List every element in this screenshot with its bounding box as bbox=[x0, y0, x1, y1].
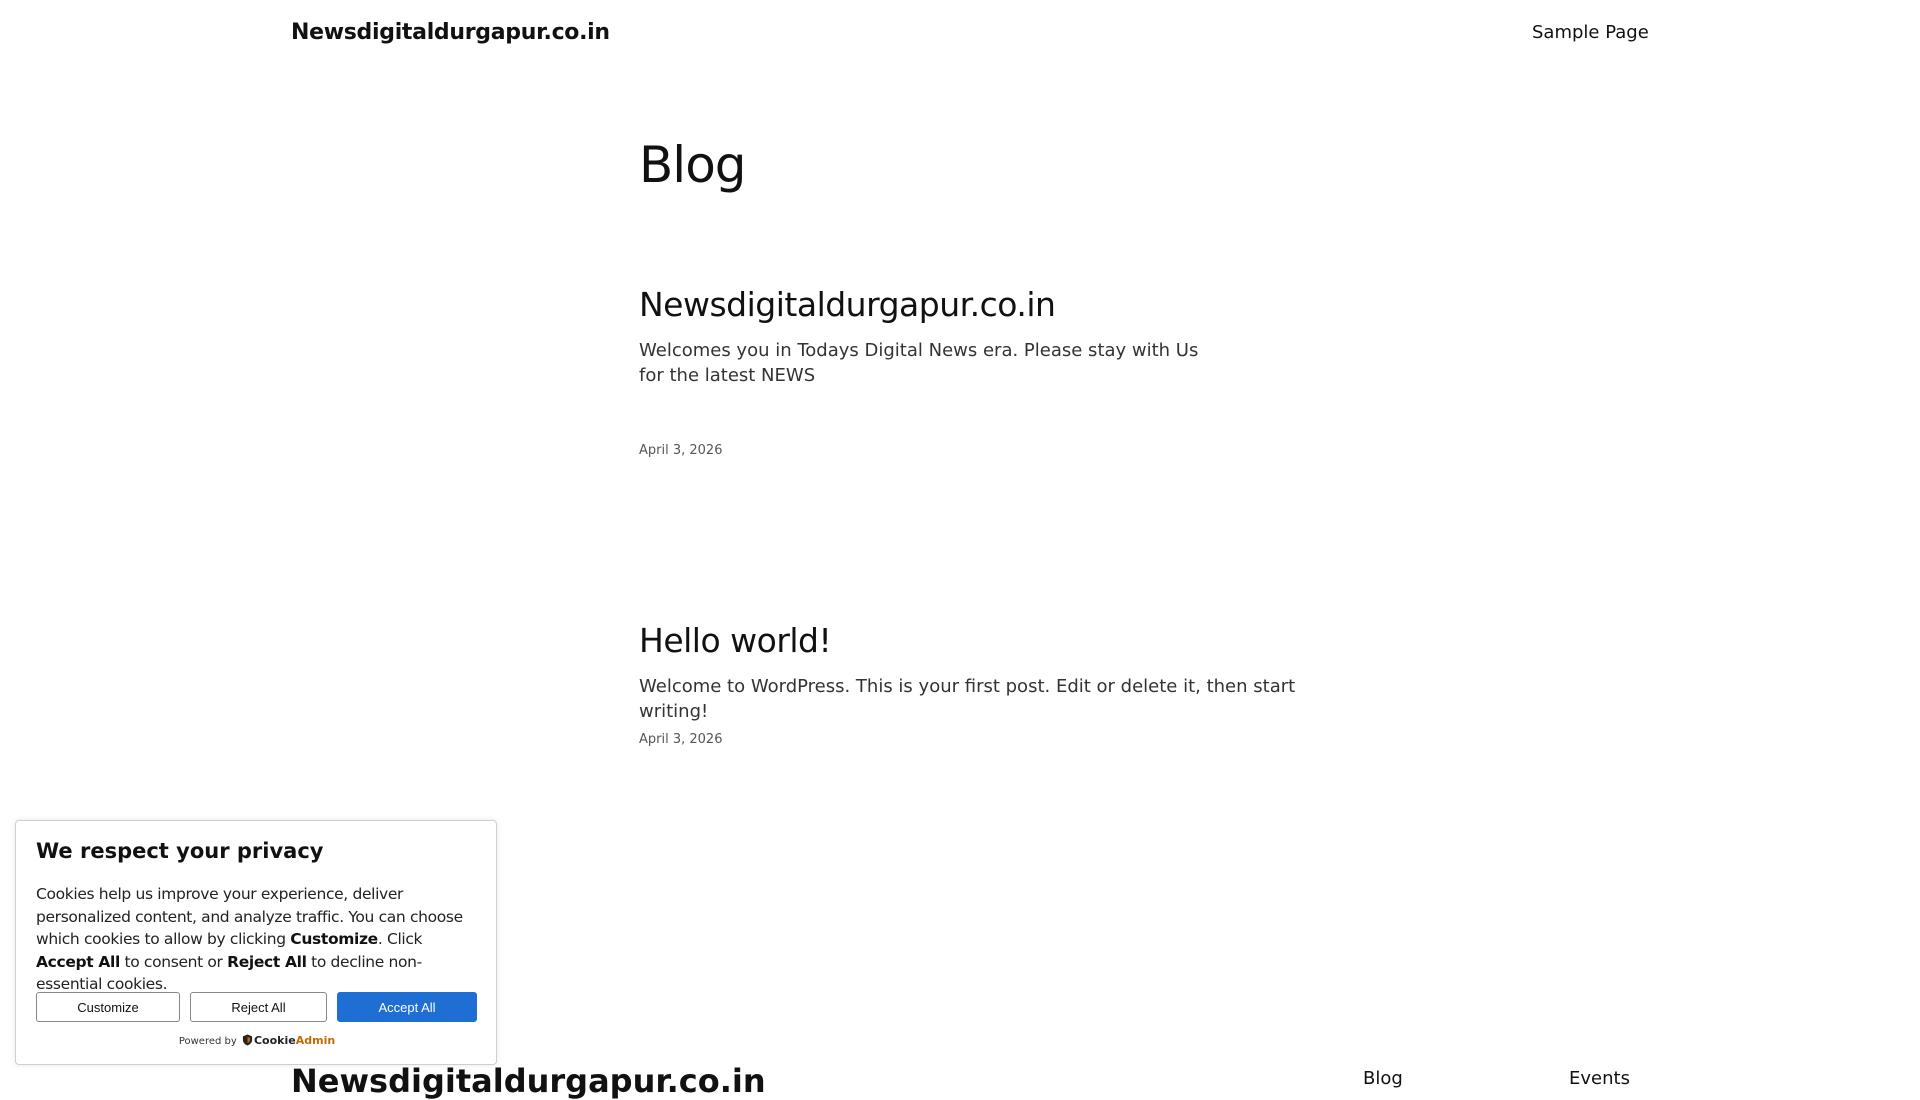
footer-link-blog[interactable]: Blog bbox=[1363, 1068, 1403, 1089]
reject-all-button[interactable]: Reject All bbox=[190, 992, 327, 1022]
post-title-link[interactable]: Newsdigitaldurgapur.co.in bbox=[639, 285, 1339, 324]
customize-button[interactable]: Customize bbox=[36, 992, 180, 1022]
site-title-link[interactable]: Newsdigitaldurgapur.co.in bbox=[291, 20, 610, 45]
cookie-text-reject: Reject All bbox=[227, 952, 307, 971]
cookie-consent-banner: We respect your privacy Cookies help us … bbox=[15, 820, 497, 1065]
cookie-heading: We respect your privacy bbox=[36, 839, 324, 863]
brand-part1: Cookie bbox=[253, 1034, 296, 1047]
site-header: Newsdigitaldurgapur.co.in Sample Page bbox=[0, 0, 1920, 72]
post-date-link[interactable]: April 3, 2026 bbox=[639, 443, 722, 458]
nav-link-sample-page[interactable]: Sample Page bbox=[1532, 22, 1649, 43]
shield-icon bbox=[242, 1034, 253, 1046]
post-date-link[interactable]: April 3, 2026 bbox=[639, 732, 722, 747]
page-title: Blog bbox=[639, 136, 747, 194]
post-title-link[interactable]: Hello world! bbox=[639, 621, 1339, 660]
footer-site-title[interactable]: Newsdigitaldurgapur.co.in bbox=[291, 1062, 766, 1100]
powered-by-label: Powered by bbox=[178, 1036, 237, 1047]
cookie-description: Cookies help us improve your experience,… bbox=[36, 883, 481, 996]
cookie-button-row: Customize Reject All Accept All bbox=[36, 992, 477, 1022]
cookie-text-part: to consent or bbox=[119, 952, 228, 971]
post-excerpt: Welcomes you in Todays Digital News era.… bbox=[639, 340, 1199, 386]
footer-link-events[interactable]: Events bbox=[1569, 1068, 1630, 1089]
cookie-text-customize: Customize bbox=[290, 930, 378, 948]
powered-by: Powered by CookieAdmin bbox=[16, 1034, 498, 1047]
cookieadmin-logo[interactable]: CookieAdmin bbox=[254, 1034, 335, 1047]
cookie-text-accept: Accept All bbox=[36, 952, 120, 971]
cookie-text-part: . Click bbox=[377, 930, 423, 948]
post-item: Newsdigitaldurgapur.co.in Welcomes you i… bbox=[639, 285, 1339, 458]
post-item: Hello world! Welcome to WordPress. This … bbox=[639, 621, 1339, 747]
brand-part2: Admin bbox=[295, 1034, 336, 1047]
accept-all-button[interactable]: Accept All bbox=[337, 992, 477, 1022]
post-excerpt: Welcome to WordPress. This is your first… bbox=[639, 676, 1296, 722]
